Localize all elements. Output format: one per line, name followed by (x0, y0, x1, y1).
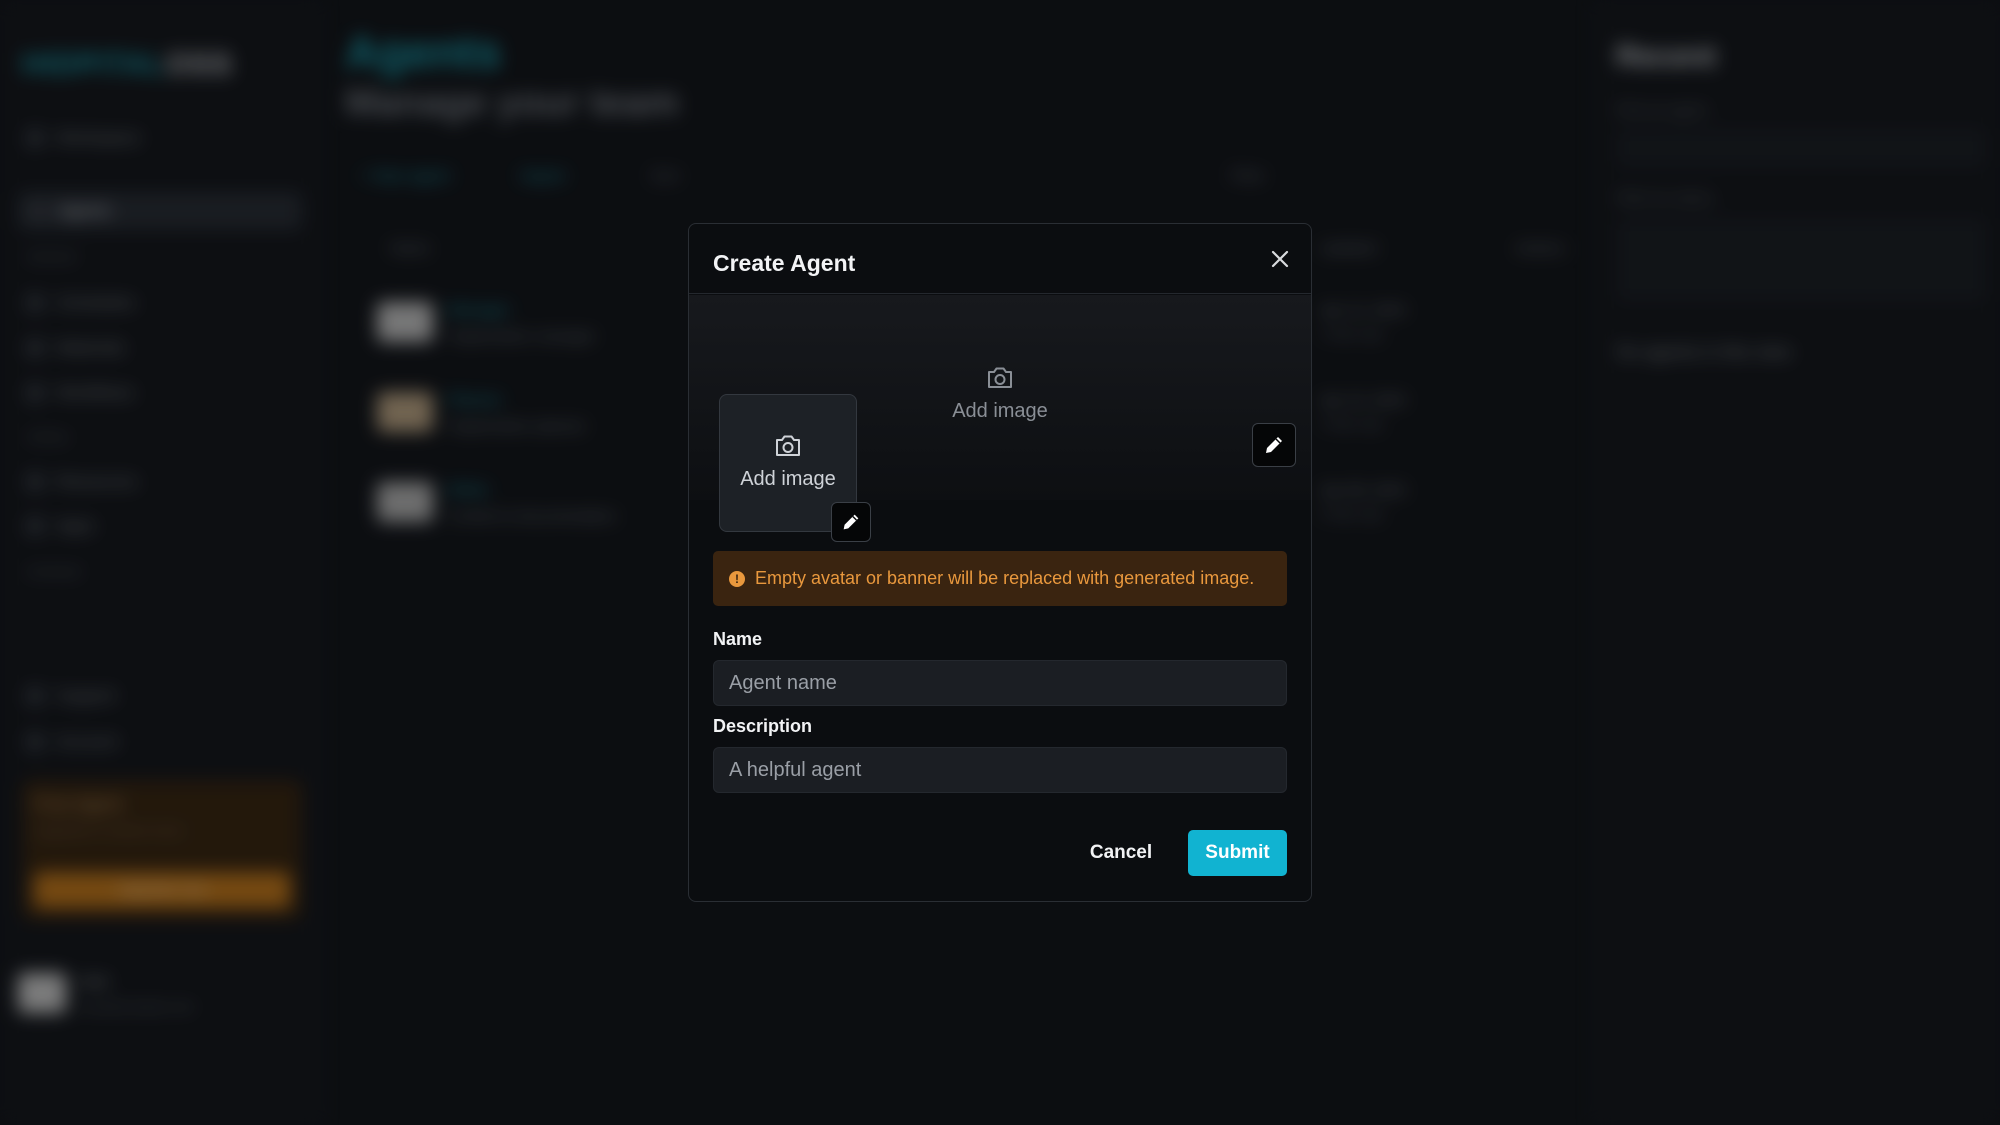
banner-add-image[interactable]: Add image (930, 365, 1070, 423)
description-input[interactable] (713, 747, 1287, 793)
edit-avatar-button[interactable] (831, 502, 871, 542)
submit-button[interactable]: Submit (1188, 830, 1287, 876)
name-label: Name (713, 629, 763, 649)
description-label: Description (713, 716, 813, 736)
edit-banner-button[interactable] (1252, 423, 1296, 467)
camera-icon (776, 435, 800, 456)
dialog-header: Create Agent (689, 224, 1311, 294)
banner-add-image-label: Add image (952, 400, 1048, 422)
avatar-add-image[interactable]: Add image (720, 433, 856, 491)
camera-icon (988, 367, 1012, 388)
pencil-icon (843, 514, 859, 530)
generated-image-warning: ! Empty avatar or banner will be replace… (713, 551, 1287, 606)
warning-text: Empty avatar or banner will be replaced … (755, 568, 1255, 588)
pencil-icon (1266, 437, 1282, 453)
dialog-title: Create Agent (713, 250, 856, 276)
close-button[interactable] (1263, 242, 1297, 276)
close-icon (1271, 250, 1289, 268)
avatar-add-image-label: Add image (740, 468, 836, 490)
name-input[interactable] (713, 660, 1287, 706)
cancel-button[interactable]: Cancel (1077, 830, 1165, 876)
info-icon: ! (729, 570, 745, 587)
create-agent-dialog: Create Agent Add image Add image ! Empty… (688, 223, 1312, 902)
